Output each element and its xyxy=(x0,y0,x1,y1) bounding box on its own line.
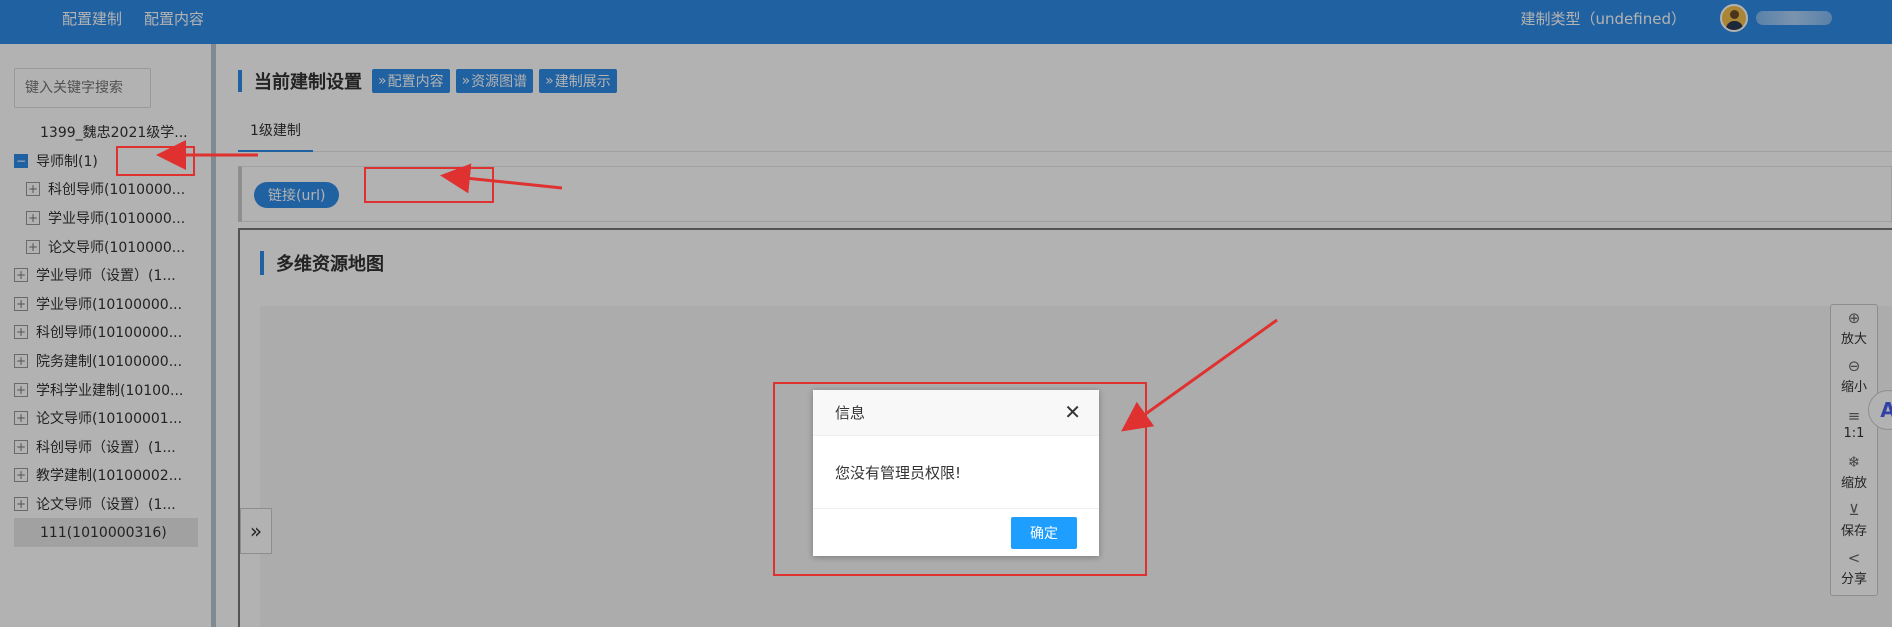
annotation-arrow xyxy=(440,163,563,194)
info-dialog: 信息 ✕ 您没有管理员权限! 确定 xyxy=(813,390,1099,556)
close-icon[interactable]: ✕ xyxy=(1064,402,1081,422)
dialog-footer: 确定 xyxy=(813,508,1099,556)
dialog-header: 信息 ✕ xyxy=(813,390,1099,436)
annotation-arrow xyxy=(1121,318,1278,432)
dialog-message: 您没有管理员权限! xyxy=(835,463,962,482)
dialog-body: 您没有管理员权限! xyxy=(813,436,1099,508)
dialog-title: 信息 xyxy=(835,404,866,422)
confirm-button[interactable]: 确定 xyxy=(1011,516,1077,549)
